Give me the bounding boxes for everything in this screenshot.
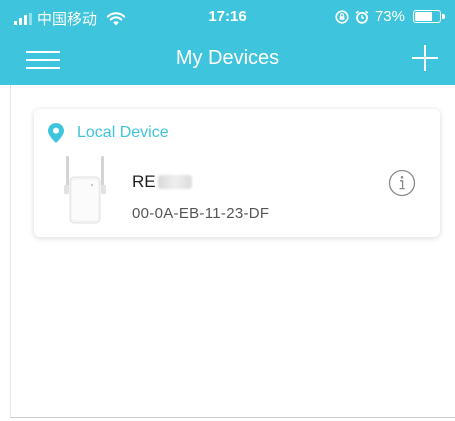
range-extender-icon — [64, 156, 106, 224]
battery-icon — [413, 10, 445, 23]
group-header: Local Device — [48, 123, 169, 143]
header-bar: 中国移动 17:16 73% My Devices — [0, 0, 455, 85]
redacted-text — [157, 175, 192, 189]
app-screen: 中国移动 17:16 73% My Devices Local Device R… — [0, 0, 455, 421]
status-right: 73% — [335, 8, 445, 25]
status-bar: 中国移动 17:16 73% — [0, 0, 455, 34]
orientation-lock-icon — [335, 9, 349, 24]
location-pin-icon — [48, 123, 64, 143]
group-label: Local Device — [77, 124, 169, 141]
device-mac: 00-0A-EB-11-23-DF — [132, 205, 270, 222]
page-title: My Devices — [175, 47, 280, 69]
info-icon[interactable] — [388, 169, 416, 197]
divider-bottom — [10, 417, 455, 418]
divider-left — [10, 85, 11, 418]
plus-icon[interactable] — [409, 42, 441, 74]
battery-fill — [415, 12, 432, 21]
device-name: RE — [132, 172, 192, 192]
device-list-item[interactable]: RE 00-0A-EB-11-23-DF — [34, 155, 440, 235]
nav-bar: My Devices — [0, 34, 455, 85]
battery-percent: 73% — [374, 8, 405, 25]
device-group-card: Local Device RE 00-0A-EB-11-23-DF — [34, 109, 440, 237]
device-list: Local Device RE 00-0A-EB-11-23-DF — [0, 85, 455, 421]
alarm-icon — [355, 10, 369, 24]
device-name-text: RE — [132, 172, 156, 191]
